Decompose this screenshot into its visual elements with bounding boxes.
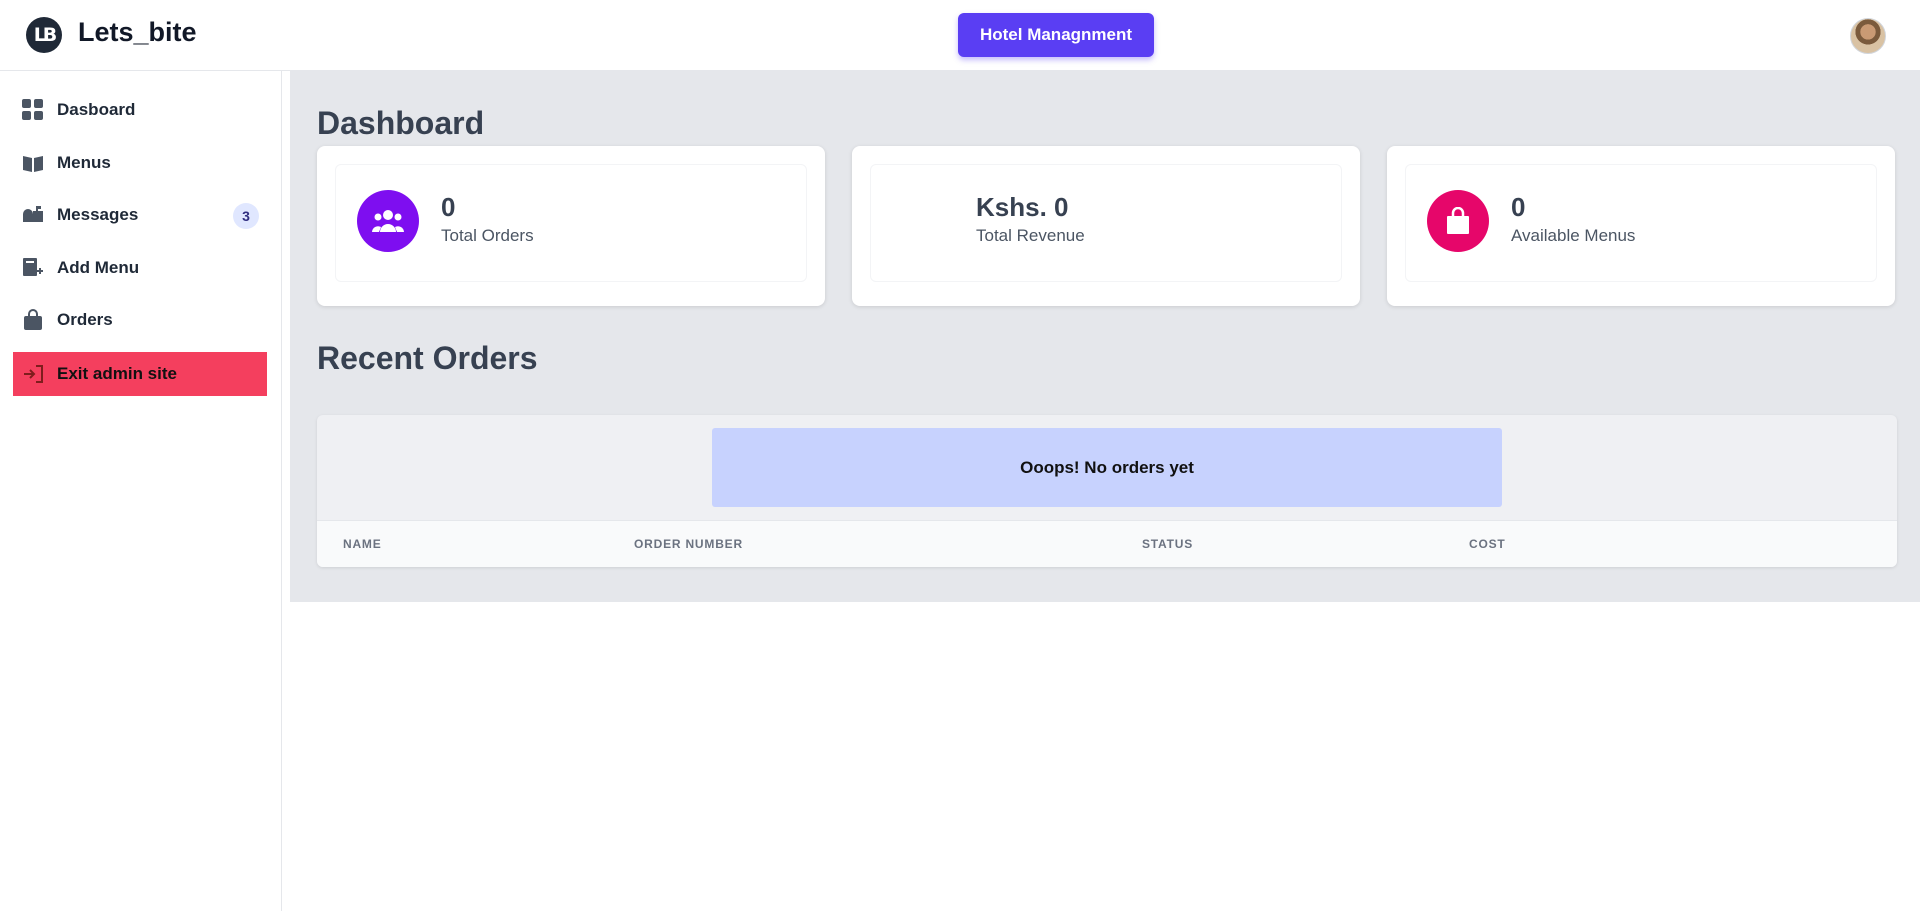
brand-logo-icon[interactable]: LB xyxy=(26,17,62,53)
page-title: Dashboard xyxy=(317,105,485,141)
total-revenue-value: Kshs. 0 xyxy=(976,192,1069,222)
sidebar-item-label: Messages xyxy=(57,205,139,224)
main-content: Dashboard 0 Total Orders Kshs. 0 Total R… xyxy=(290,71,1920,602)
stat-card-available-menus: 0 Available Menus xyxy=(1387,146,1895,306)
sidebar-item-label: Dasboard xyxy=(57,100,136,119)
sidebar-item-messages[interactable]: Messages 3 xyxy=(13,193,267,237)
grid-icon xyxy=(21,98,45,122)
user-avatar[interactable] xyxy=(1850,18,1886,54)
sidebar-item-label: Menus xyxy=(57,153,111,172)
no-orders-alert: Ooops! No orders yet xyxy=(712,428,1502,507)
available-menus-label: Available Menus xyxy=(1511,226,1636,245)
top-header: LB Lets_bite Hotel Managnment xyxy=(0,0,1920,71)
available-menus-value: 0 xyxy=(1511,192,1526,222)
column-header-status[interactable]: STATUS xyxy=(1142,537,1193,551)
table-header: NAME ORDER NUMBER STATUS COST xyxy=(317,520,1897,567)
book-plus-icon xyxy=(21,256,45,280)
column-header-cost[interactable]: COST xyxy=(1469,537,1506,551)
brand-name[interactable]: Lets_bite xyxy=(78,17,197,48)
sidebar-item-add-menu[interactable]: Add Menu xyxy=(13,246,267,290)
sidebar-item-label: Exit admin site xyxy=(57,364,177,383)
shopping-bag-icon xyxy=(21,308,45,332)
sign-out-icon xyxy=(21,362,45,386)
recent-orders-table: Ooops! No orders yet NAME ORDER NUMBER S… xyxy=(317,415,1897,567)
column-header-order-number[interactable]: ORDER NUMBER xyxy=(634,537,743,551)
sidebar-item-menus[interactable]: Menus xyxy=(13,141,267,185)
users-icon xyxy=(357,190,419,252)
sidebar-item-exit-admin[interactable]: Exit admin site xyxy=(13,352,267,396)
total-orders-label: Total Orders xyxy=(441,226,534,245)
recent-orders-title: Recent Orders xyxy=(317,340,538,376)
sidebar-item-label: Add Menu xyxy=(57,258,140,277)
sidebar-item-label: Orders xyxy=(57,310,113,329)
sidebar-item-dashboard[interactable]: Dasboard xyxy=(13,88,267,132)
sidebar: Dasboard Menus Messages 3 Add Menu Order… xyxy=(0,71,282,911)
total-revenue-label: Total Revenue xyxy=(976,226,1085,245)
stat-card-total-orders: 0 Total Orders xyxy=(317,146,825,306)
sidebar-item-orders[interactable]: Orders xyxy=(13,298,267,342)
total-orders-value: 0 xyxy=(441,192,456,222)
shopping-bag-icon xyxy=(1427,190,1489,252)
hotel-management-button[interactable]: Hotel Managnment xyxy=(958,13,1154,57)
column-header-name[interactable]: NAME xyxy=(343,537,382,551)
mailbox-icon xyxy=(21,203,45,227)
stat-card-total-revenue: Kshs. 0 Total Revenue xyxy=(852,146,1360,306)
book-open-icon xyxy=(21,151,45,175)
messages-count-badge: 3 xyxy=(233,203,259,229)
